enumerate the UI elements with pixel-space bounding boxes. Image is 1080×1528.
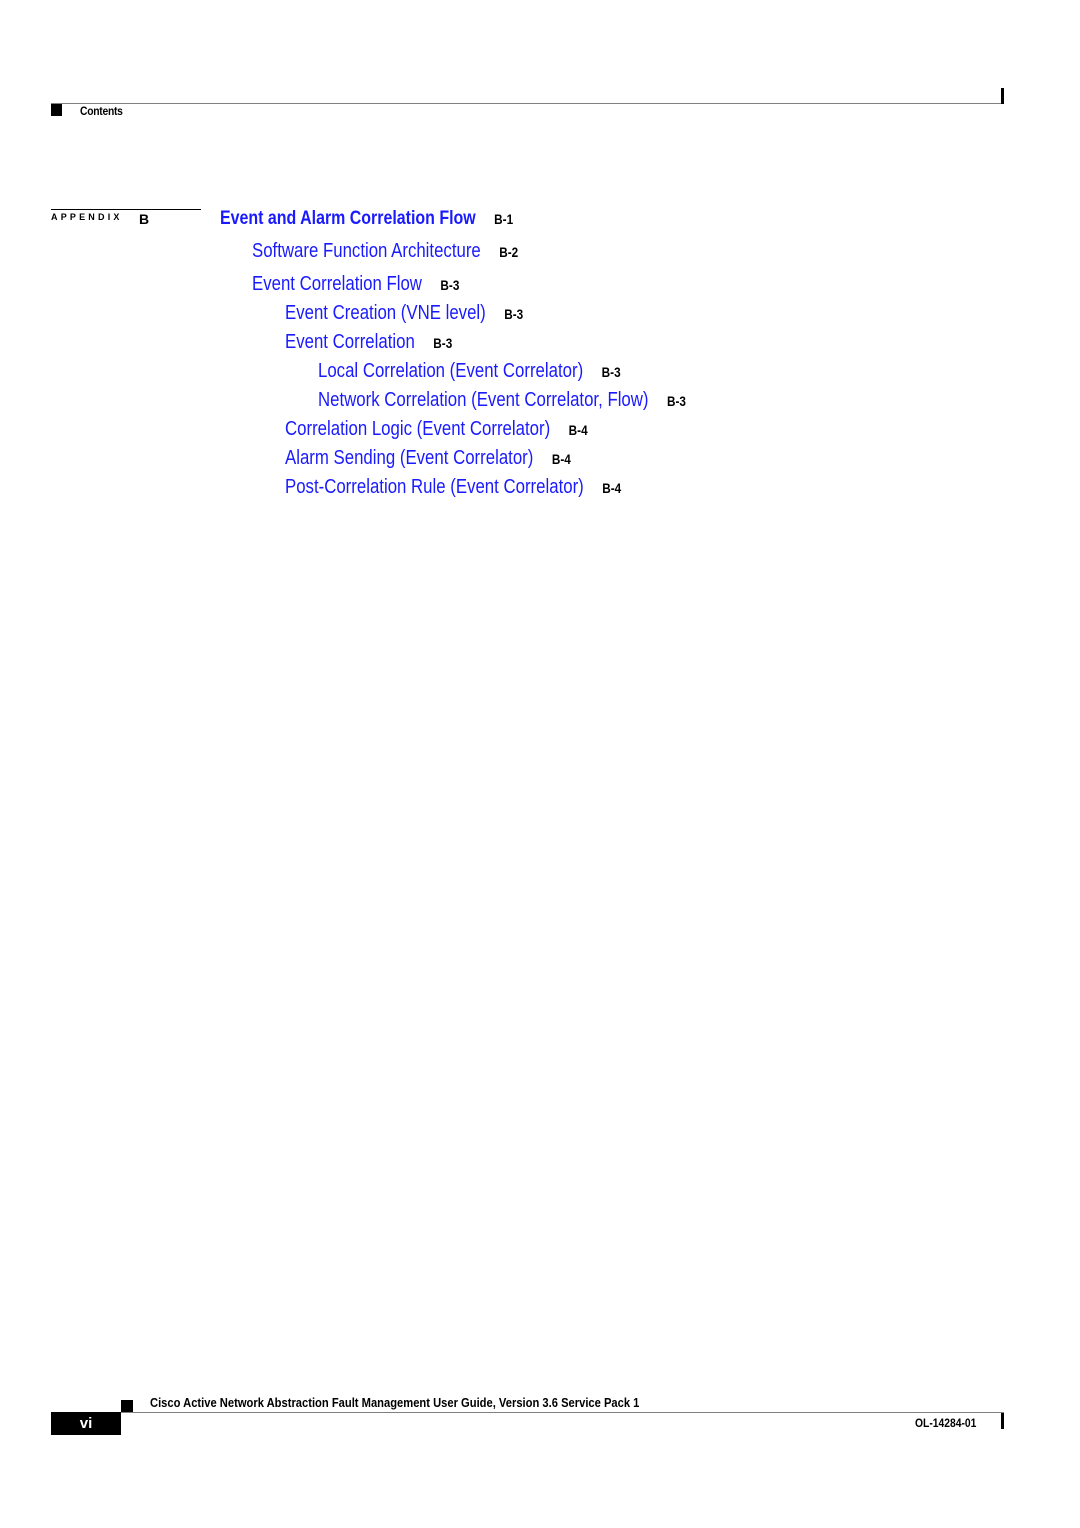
header-rule <box>51 103 1004 104</box>
toc-entry-page: B-3 <box>433 335 453 351</box>
toc-entry[interactable]: Alarm Sending (Event Correlator) B-4 <box>285 447 571 470</box>
toc-entry[interactable]: Network Correlation (Event Correlator, F… <box>318 389 686 412</box>
footer-doc-title: Cisco Active Network Abstraction Fault M… <box>150 1395 640 1410</box>
toc-entry[interactable]: Event Correlation Flow B-3 <box>252 273 459 296</box>
footer-page-number: vi <box>51 1412 121 1435</box>
toc-entry-title[interactable]: Event Correlation <box>285 331 415 353</box>
toc-entry-title[interactable]: Event and Alarm Correlation Flow <box>220 208 476 229</box>
toc-entry-title[interactable]: Alarm Sending (Event Correlator) <box>285 447 533 469</box>
footer-rule <box>121 1412 1004 1413</box>
toc-entry-title[interactable]: Correlation Logic (Event Correlator) <box>285 418 550 440</box>
toc-entry[interactable]: Post-Correlation Rule (Event Correlator)… <box>285 476 621 499</box>
toc-entry[interactable]: Event Creation (VNE level) B-3 <box>285 302 523 325</box>
footer-doc-number: OL-14284-01 <box>915 1416 977 1430</box>
appendix-letter: B <box>139 211 150 227</box>
toc-entry-page: B-2 <box>499 244 519 260</box>
toc-entry-title[interactable]: Software Function Architecture <box>252 240 481 262</box>
toc-entry-title[interactable]: Event Creation (VNE level) <box>285 302 486 324</box>
header-edge-tick <box>1001 88 1004 104</box>
appendix-rule <box>51 209 201 210</box>
toc-entry-title[interactable]: Event Correlation Flow <box>252 273 422 295</box>
footer-edge-tick <box>1001 1413 1004 1429</box>
toc-entry-page: B-4 <box>568 422 588 438</box>
toc-entry-page: B-4 <box>602 480 622 496</box>
appendix-label: APPENDIX <box>51 212 123 222</box>
toc-entry-page: B-4 <box>551 451 571 467</box>
toc-entry-page: B-3 <box>440 277 460 293</box>
toc-entry-page: B-1 <box>494 211 514 227</box>
toc-entry-title[interactable]: Local Correlation (Event Correlator) <box>318 360 583 382</box>
header-section-title: Contents <box>80 104 123 118</box>
toc-entry-title[interactable]: Network Correlation (Event Correlator, F… <box>318 389 649 411</box>
toc-entry-page: B-3 <box>601 364 621 380</box>
toc-entry[interactable]: Local Correlation (Event Correlator) B-3 <box>318 360 621 383</box>
footer-marker-square <box>121 1400 133 1412</box>
toc-entry-page: B-3 <box>666 393 686 409</box>
toc-entry[interactable]: Event Correlation B-3 <box>285 331 452 354</box>
header-marker-square <box>51 104 62 116</box>
toc-entry-page: B-3 <box>504 306 524 322</box>
toc-entry[interactable]: Event and Alarm Correlation Flow B-1 <box>220 208 513 230</box>
toc-entry-title[interactable]: Post-Correlation Rule (Event Correlator) <box>285 476 584 498</box>
toc-entry[interactable]: Software Function Architecture B-2 <box>252 240 518 263</box>
toc-entry[interactable]: Correlation Logic (Event Correlator) B-4 <box>285 418 588 441</box>
